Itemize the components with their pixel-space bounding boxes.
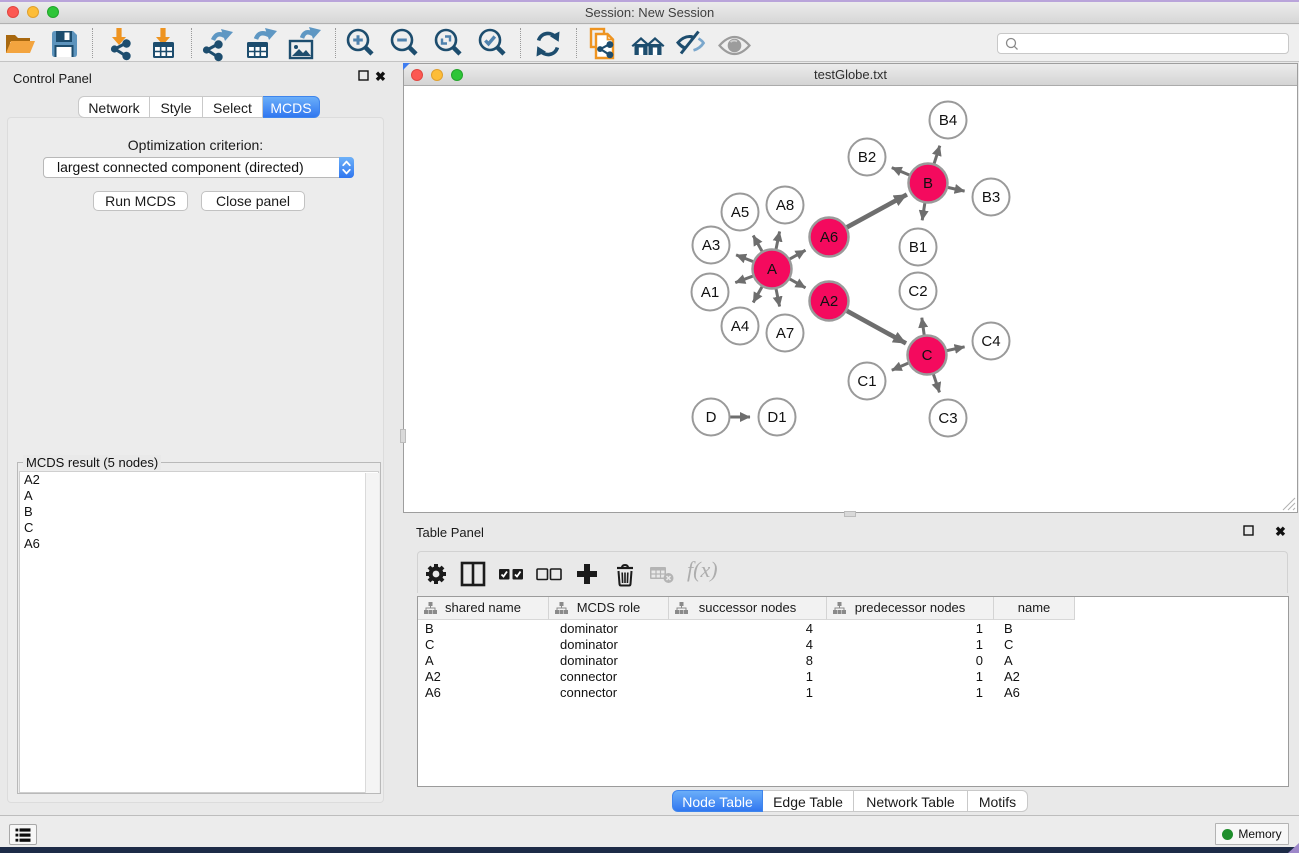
- svg-text:B3: B3: [982, 189, 1000, 206]
- svg-text:A6: A6: [820, 229, 838, 246]
- svg-text:D1: D1: [767, 409, 786, 426]
- svg-text:C2: C2: [908, 283, 927, 300]
- svg-text:C1: C1: [857, 373, 876, 390]
- svg-text:A5: A5: [731, 204, 749, 221]
- svg-text:A4: A4: [731, 318, 749, 335]
- svg-text:A7: A7: [776, 325, 794, 342]
- svg-text:B2: B2: [858, 149, 876, 166]
- svg-text:C4: C4: [981, 333, 1000, 350]
- svg-text:D: D: [706, 409, 717, 426]
- svg-text:B1: B1: [909, 239, 927, 256]
- svg-text:A1: A1: [701, 284, 719, 301]
- svg-text:A2: A2: [820, 293, 838, 310]
- svg-text:A8: A8: [776, 197, 794, 214]
- svg-text:A: A: [767, 261, 777, 278]
- svg-text:B: B: [923, 175, 933, 192]
- svg-text:B4: B4: [939, 112, 957, 129]
- svg-text:A3: A3: [702, 237, 720, 254]
- svg-text:C: C: [922, 347, 933, 364]
- svg-text:C3: C3: [938, 410, 957, 427]
